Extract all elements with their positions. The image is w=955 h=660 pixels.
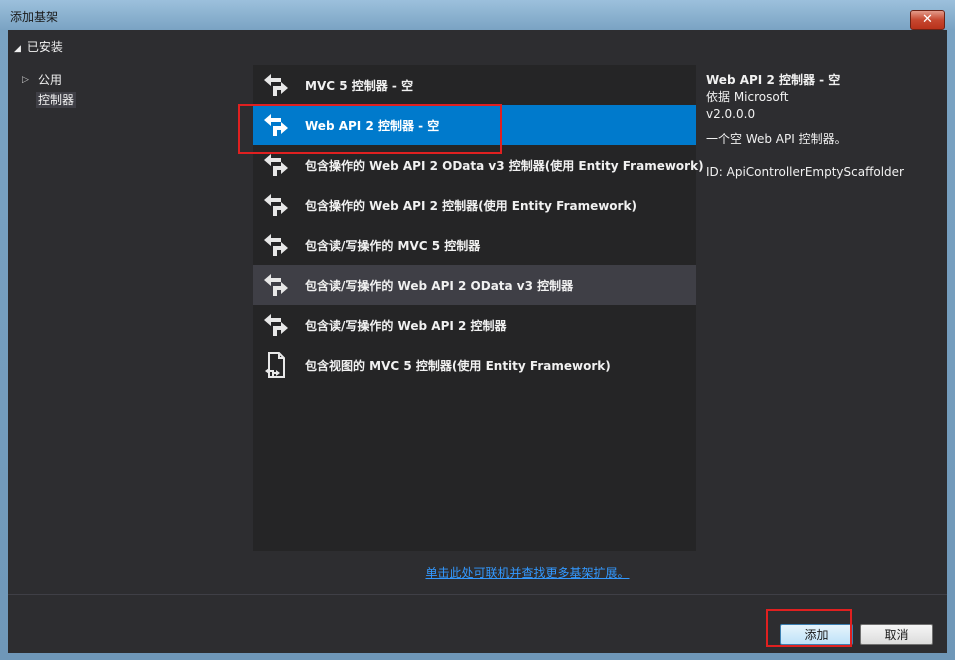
tree-item-common[interactable]: ▷ 公用 — [22, 70, 76, 90]
list-item-label: 包含读/写操作的 MVC 5 控制器 — [305, 239, 481, 253]
list-item-label: 包含读/写操作的 Web API 2 OData v3 控制器 — [305, 279, 574, 293]
dialog-window: 添加基架 ✕ ◢ 已安装 ▷ 公用 控制器 MVC 5 控制器 - 空 Web … — [0, 0, 955, 660]
controller-icon — [264, 154, 288, 176]
tree-item-controllers[interactable]: 控制器 — [22, 90, 77, 110]
list-item-label: 包含操作的 Web API 2 控制器(使用 Entity Framework) — [305, 199, 637, 213]
category-tree: ▷ 公用 控制器 — [22, 70, 77, 110]
online-extensions-link[interactable]: 单击此处可联机并查找更多基架扩展。 — [325, 566, 629, 580]
expand-arrow-icon[interactable]: ▷ — [22, 70, 29, 90]
list-item-label: 包含读/写操作的 Web API 2 控制器 — [305, 319, 507, 333]
details-panel: Web API 2 控制器 - 空 依据 Microsoft v2.0.0.0 … — [706, 72, 904, 181]
controller-icon — [264, 234, 288, 256]
installed-header[interactable]: ◢ 已安装 — [14, 38, 63, 55]
title-bar[interactable]: 添加基架 ✕ — [0, 0, 955, 30]
tree-item-label: 公用 — [38, 73, 63, 87]
details-version: v2.0.0.0 — [706, 107, 756, 121]
installed-label: 已安装 — [26, 40, 63, 54]
highlight-box-add-button — [766, 609, 852, 647]
cancel-button[interactable]: 取消 — [860, 624, 933, 645]
details-id: ID: ApiControllerEmptyScaffolder — [706, 165, 904, 179]
controller-icon — [264, 274, 288, 296]
list-item-label: 包含操作的 Web API 2 OData v3 控制器(使用 Entity F… — [305, 159, 704, 173]
tree-item-label: 控制器 — [36, 92, 77, 108]
list-item[interactable]: 包含读/写操作的 MVC 5 控制器 — [253, 225, 696, 265]
list-item[interactable]: 包含操作的 Web API 2 控制器(使用 Entity Framework) — [253, 185, 696, 225]
details-description: 一个空 Web API 控制器。 — [706, 132, 847, 146]
view-controller-icon — [265, 352, 285, 378]
list-item[interactable]: MVC 5 控制器 - 空 — [253, 65, 696, 105]
online-link-row: 单击此处可联机并查找更多基架扩展。 — [8, 564, 947, 581]
window-title: 添加基架 — [10, 10, 59, 24]
controller-icon — [264, 194, 288, 216]
controller-icon — [264, 314, 288, 336]
collapse-triangle-icon[interactable]: ◢ — [14, 44, 21, 54]
list-item-hovered[interactable]: 包含读/写操作的 Web API 2 OData v3 控制器 — [253, 265, 696, 305]
close-button[interactable]: ✕ — [910, 10, 945, 30]
list-item-label: 包含视图的 MVC 5 控制器(使用 Entity Framework) — [305, 359, 611, 373]
list-item[interactable]: 包含视图的 MVC 5 控制器(使用 Entity Framework) — [253, 345, 696, 385]
list-item[interactable]: 包含读/写操作的 Web API 2 控制器 — [253, 305, 696, 345]
controller-icon — [264, 74, 288, 96]
highlight-box-selected-item — [238, 104, 502, 154]
list-item-label: MVC 5 控制器 - 空 — [305, 79, 414, 93]
details-author: 依据 Microsoft — [706, 90, 789, 104]
details-title: Web API 2 控制器 - 空 — [706, 73, 841, 87]
